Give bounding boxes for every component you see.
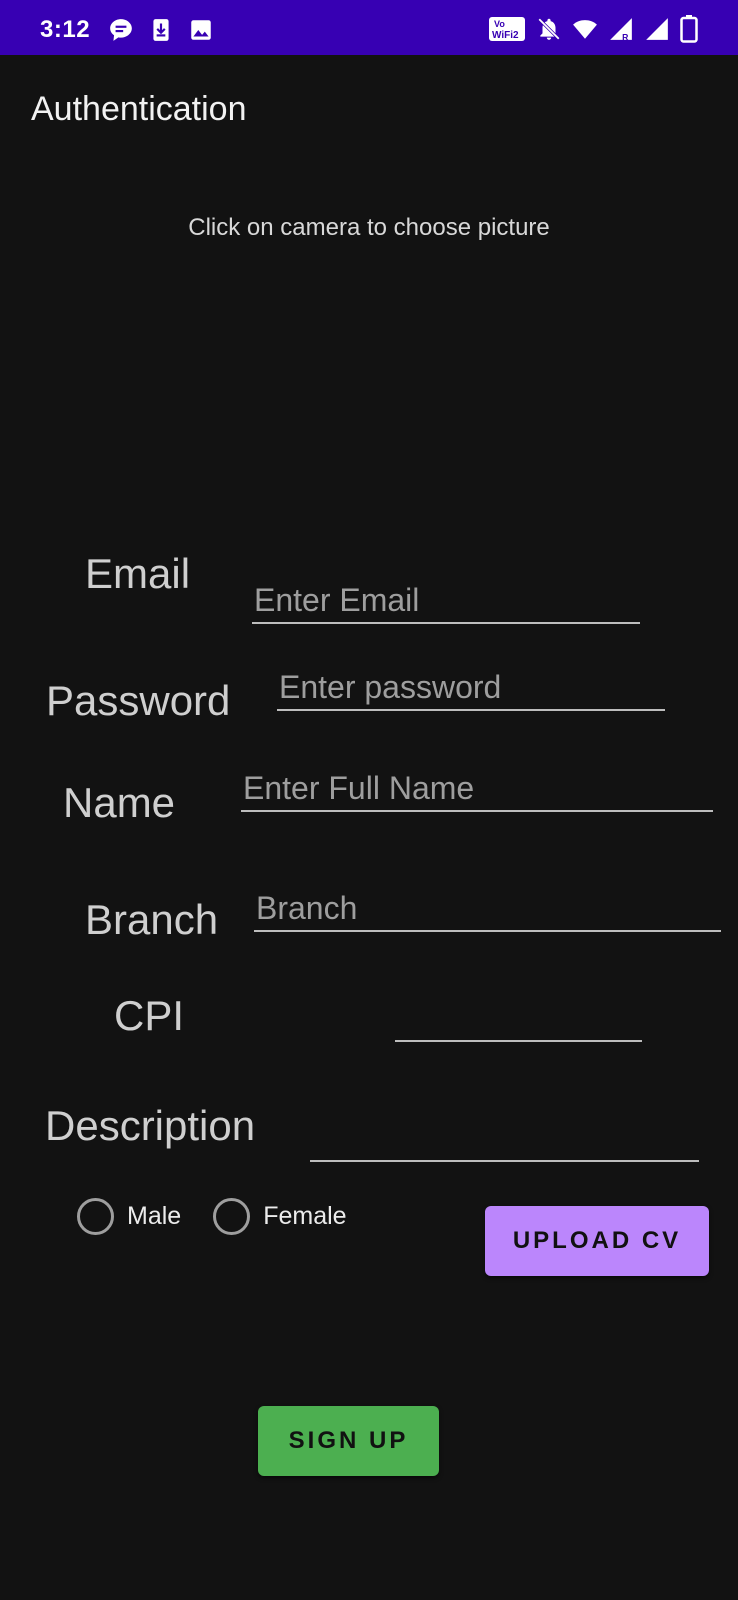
svg-text:Vo: Vo (494, 19, 505, 29)
full-name-field[interactable]: Enter Full Name (241, 768, 713, 812)
system-icons: Vo WiFi2 R (488, 15, 698, 43)
signal-icon: R (610, 18, 632, 42)
status-time: 3:12 (40, 16, 91, 43)
radio-label-female: Female (263, 1202, 347, 1230)
gender-radio-group: Male Female (77, 1198, 379, 1235)
choose-picture-hint: Click on camera to choose picture (188, 214, 550, 241)
notification-icons (108, 17, 214, 43)
wifi-icon (573, 20, 597, 39)
upload-cv-button[interactable]: UPLOAD CV (485, 1206, 709, 1276)
page-title: Authentication (31, 90, 247, 128)
svg-text:R: R (622, 32, 629, 42)
name-label: Name (63, 779, 176, 826)
status-bar: 3:12 Vo WiFi2 R (0, 0, 738, 55)
password-placeholder: Enter password (279, 669, 502, 705)
description-label: Description (45, 1102, 256, 1149)
sign-up-button[interactable]: SIGN UP (258, 1406, 439, 1476)
radio-circle-female[interactable] (213, 1198, 251, 1235)
cpi-label: CPI (114, 992, 185, 1039)
svg-text:WiFi2: WiFi2 (492, 30, 519, 41)
profile-picture-picker[interactable] (200, 270, 538, 500)
radio-circle-male[interactable] (77, 1198, 114, 1235)
signal-icon (646, 18, 668, 40)
signup-screen: 3:12 Vo WiFi2 R Authentication Click on … (0, 0, 738, 1600)
battery-icon (680, 15, 698, 43)
radio-female[interactable]: Female (213, 1198, 347, 1235)
branch-field[interactable]: Branch (254, 888, 721, 932)
radio-male[interactable]: Male (77, 1198, 181, 1235)
radio-label-male: Male (127, 1202, 182, 1230)
chat-bubble-icon (110, 19, 132, 41)
email-field[interactable]: Enter Email (252, 580, 640, 624)
branch-label: Branch (85, 896, 219, 943)
bell-off-icon (538, 18, 560, 40)
cpi-field[interactable] (395, 998, 642, 1042)
email-placeholder: Enter Email (254, 582, 420, 618)
password-field[interactable]: Enter password (277, 667, 665, 711)
download-icon (153, 19, 169, 41)
password-label: Password (46, 677, 231, 724)
branch-placeholder: Branch (256, 890, 358, 926)
image-icon (191, 20, 211, 40)
full-name-placeholder: Enter Full Name (243, 770, 475, 806)
email-label: Email (85, 550, 191, 597)
vowifi-icon: Vo WiFi2 (489, 17, 525, 41)
description-field[interactable] (310, 1118, 699, 1162)
